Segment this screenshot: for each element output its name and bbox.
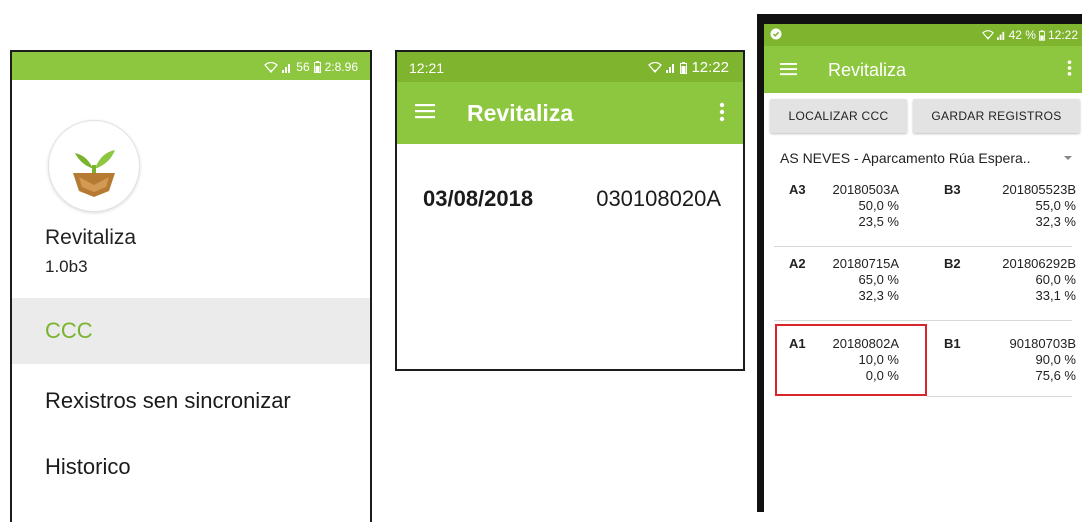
drawer-item-rexistros[interactable]: Rexistros sen sincronizar — [12, 368, 370, 434]
row-divider — [774, 246, 1072, 247]
battery-icon — [1038, 29, 1045, 41]
more-vert-icon[interactable] — [719, 102, 725, 122]
more-vert-icon[interactable] — [1067, 59, 1072, 77]
cell-label: B1 — [944, 336, 961, 351]
cell-value-1: 90,0 % — [1035, 352, 1076, 367]
app-logo — [48, 120, 140, 212]
signal-icon — [996, 30, 1006, 40]
phone-frame: 42 % 12:22 Revitaliza LOCALIZAR CCC GARD… — [757, 14, 1082, 512]
cell-value-1: 10,0 % — [858, 352, 899, 367]
hamburger-menu-icon[interactable] — [415, 103, 435, 119]
cell-code: 20180715A — [832, 256, 899, 271]
status-time: 12:22 — [1047, 28, 1078, 42]
app-name: Revitaliza — [45, 226, 137, 249]
status-time-right: 12:22 — [691, 59, 729, 76]
cell-label: A2 — [789, 256, 806, 271]
grid-cell-b3[interactable]: B3 201805523B 55,0 % 32,3 % — [944, 182, 1076, 232]
drawer-item-ccc[interactable]: CCC — [12, 298, 370, 364]
status-bar: 56 2:8.96 — [12, 52, 370, 80]
localizar-ccc-button[interactable]: LOCALIZAR CCC — [770, 99, 907, 133]
sprout-logo-icon — [49, 121, 139, 211]
cell-code: 20180503A — [832, 182, 899, 197]
battery-icon — [680, 61, 688, 74]
wifi-icon — [981, 30, 994, 40]
cell-value-2: 33,1 % — [1035, 288, 1076, 303]
location-select[interactable]: AS NEVES - Aparcamento Rúa Espera.. — [780, 146, 1072, 170]
location-select-value: AS NEVES - Aparcamento Rúa Espera.. — [780, 150, 1031, 166]
cell-value-1: 50,0 % — [858, 198, 899, 213]
battery-icon — [313, 61, 321, 73]
battery-level: 42 % — [1008, 28, 1036, 42]
drawer-item-label: Historico — [45, 454, 131, 479]
cell-value-2: 75,6 % — [1035, 368, 1076, 383]
hamburger-menu-icon[interactable] — [780, 62, 797, 76]
cell-value-2: 32,3 % — [1035, 214, 1076, 229]
drawer-item-historico[interactable]: Historico — [12, 434, 370, 500]
signal-icon — [666, 62, 676, 73]
dropdown-arrow-icon — [1064, 156, 1072, 160]
record-date[interactable]: 03/08/2018 — [423, 186, 533, 212]
cell-label: A1 — [789, 336, 806, 351]
status-time-left: 12:21 — [409, 60, 445, 76]
row-divider — [927, 396, 1072, 397]
cell-value-1: 65,0 % — [858, 272, 899, 287]
gardar-registros-button[interactable]: GARDAR REGISTROS — [913, 99, 1080, 133]
cell-value-2: 23,5 % — [858, 214, 899, 229]
grid-cell-b1[interactable]: B1 90180703B 90,0 % 75,6 % — [944, 336, 1076, 386]
status-time: 2:8.96 — [324, 60, 358, 74]
drawer-item-label: Rexistros sen sincronizar — [45, 388, 291, 413]
cell-value-1: 55,0 % — [1035, 198, 1076, 213]
cell-code: 201805523B — [1002, 182, 1076, 197]
app-title: Revitaliza — [828, 60, 907, 80]
cell-value-2: 32,3 % — [858, 288, 899, 303]
app-bar: Revitaliza — [764, 46, 1082, 93]
history-screen: 12:21 12:22 Revitaliza 03/08/2018 030108… — [395, 50, 745, 371]
drawer-header: Revitaliza 1.0b3 — [12, 80, 370, 298]
app-version: 1.0b3 — [45, 257, 88, 276]
drawer-screen: 56 2:8.96 Revitaliza 1.0b3 CCC Rexistros… — [10, 50, 372, 522]
cell-value-2: 0,0 % — [865, 368, 899, 383]
cell-code: 90180703B — [1009, 336, 1076, 351]
battery-level: 56 — [296, 60, 310, 74]
cell-label: A3 — [789, 182, 806, 197]
status-bar: 42 % 12:22 — [764, 24, 1082, 46]
grid-cell-b2[interactable]: B2 201806292B 60,0 % 33,1 % — [944, 256, 1076, 306]
cell-value-1: 60,0 % — [1035, 272, 1076, 287]
app-bar: Revitaliza — [397, 82, 743, 144]
row-divider — [774, 320, 1072, 321]
cell-label: B3 — [944, 182, 961, 197]
drawer-item-label: CCC — [45, 318, 93, 343]
grid-cell-a1[interactable]: A1 20180802A 10,0 % 0,0 % — [789, 336, 899, 386]
record-code[interactable]: 030108020A — [596, 186, 721, 212]
grid-cell-a3[interactable]: A3 20180503A 50,0 % 23,5 % — [789, 182, 899, 232]
shield-check-icon — [770, 28, 782, 40]
grid-cell-a2[interactable]: A2 20180715A 65,0 % 32,3 % — [789, 256, 899, 306]
cell-code: 201806292B — [1002, 256, 1076, 271]
signal-icon — [282, 62, 292, 73]
ccc-screen: 42 % 12:22 Revitaliza LOCALIZAR CCC GARD… — [764, 24, 1082, 512]
wifi-icon — [648, 62, 663, 73]
app-title: Revitaliza — [467, 100, 574, 126]
status-bar: 12:21 12:22 — [397, 52, 743, 82]
cell-label: B2 — [944, 256, 961, 271]
wifi-icon — [264, 61, 279, 73]
cell-code: 20180802A — [832, 336, 899, 351]
